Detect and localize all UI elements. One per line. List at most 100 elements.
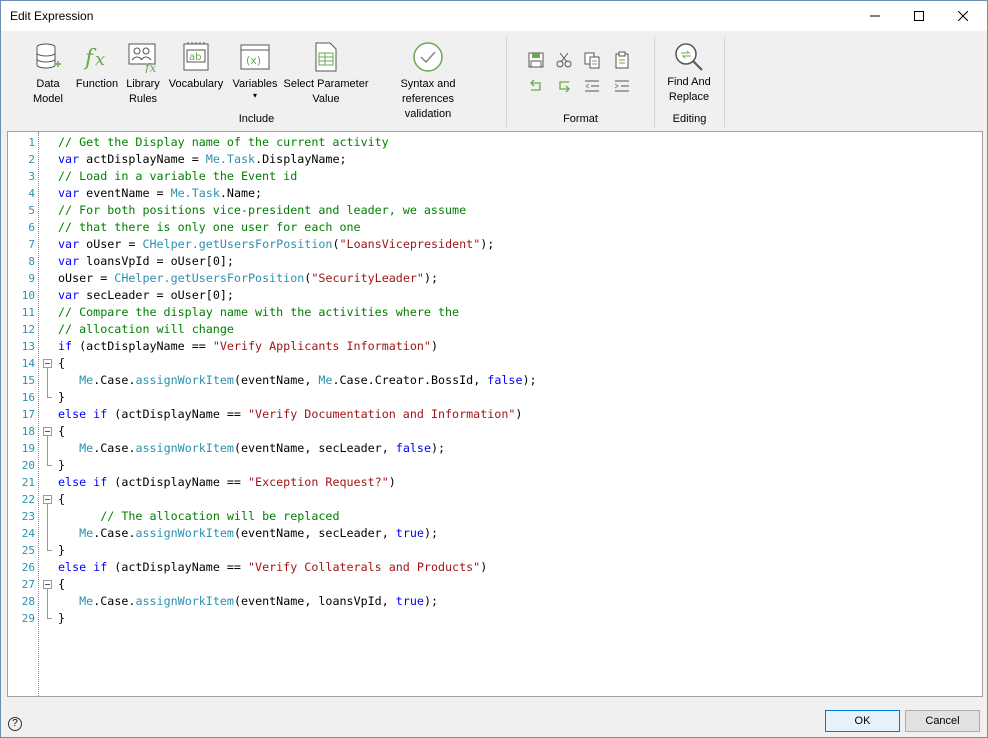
code-token: assignWorkItem — [135, 594, 234, 608]
line-number: 9 — [28, 272, 35, 285]
code-line: Me.Case.assignWorkItem(eventName, secLea… — [58, 440, 537, 457]
syntax-validation-button[interactable]: Syntax and references validation — [373, 41, 483, 122]
code-line: Me.Case.assignWorkItem(eventName, Me.Cas… — [58, 372, 536, 389]
code-line: // Get the Display name of the current a… — [58, 134, 537, 151]
code-token: CHelper.getUsersForPosition — [114, 271, 305, 285]
code-token: Me.Task — [205, 152, 256, 166]
cancel-button[interactable]: Cancel — [905, 710, 980, 732]
magnifier-replace-icon — [675, 43, 703, 71]
code-token: ) — [515, 407, 523, 421]
code-token: } — [58, 543, 66, 557]
line-number: 7 — [28, 238, 35, 251]
code-token: CHelper.getUsersForPosition — [142, 237, 333, 251]
check-circle-icon — [413, 42, 443, 72]
redo-icon[interactable] — [555, 77, 573, 95]
editing-group-label: Editing — [672, 113, 707, 125]
fold-end-marker — [47, 550, 52, 551]
fold-guide — [47, 589, 48, 619]
fold-end-marker — [47, 618, 52, 619]
data-model-button[interactable]: Data Model — [25, 41, 71, 107]
code-token: "LoansVicepresident" — [339, 237, 481, 251]
line-number: 26 — [21, 561, 35, 574]
code-line: var loansVpId = oUser[0]; — [58, 253, 537, 270]
code-editor[interactable]: 1 2 3 4 5 6 7 8 9 10 11 12 13 14 15 16 17 18 19 20 21 22 23 24 2… — [7, 131, 983, 697]
code-token: ); — [423, 526, 439, 540]
function-button[interactable]: f x Function — [75, 41, 119, 92]
code-line: else if (actDisplayName == "Exception Re… — [58, 474, 537, 491]
code-line: var oUser = CHelper.getUsersForPosition(… — [58, 236, 537, 253]
fold-toggle-icon[interactable] — [43, 427, 52, 436]
line-number: 6 — [28, 221, 35, 234]
line-number: 5 — [28, 204, 35, 217]
variable-x-icon: (x) — [240, 44, 270, 70]
svg-text:(x): (x) — [246, 54, 261, 67]
code-token: { — [58, 424, 66, 438]
code-line: var eventName = Me.Task.Name; — [58, 185, 537, 202]
close-button[interactable] — [941, 1, 985, 31]
code-line: var actDisplayName = Me.Task.DisplayName… — [58, 151, 537, 168]
line-number: 22 — [21, 493, 35, 506]
function-label: Function — [75, 78, 119, 90]
code-line: { — [58, 355, 537, 372]
code-token: ) — [388, 475, 396, 489]
help-icon[interactable]: ? — [8, 717, 22, 731]
code-token: } — [58, 611, 66, 625]
table-doc-icon — [315, 42, 337, 72]
code-line: // allocation will change — [58, 321, 537, 338]
copy-icon[interactable] — [583, 51, 601, 69]
paste-icon[interactable] — [613, 51, 631, 69]
find-replace-button[interactable]: Find And Replace — [659, 41, 719, 105]
code-token: var — [58, 186, 80, 200]
cut-icon[interactable] — [555, 51, 573, 69]
variables-button[interactable]: (x) Variables ▾ — [229, 41, 281, 100]
ok-button[interactable]: OK — [825, 710, 900, 732]
outdent-icon[interactable] — [583, 77, 601, 95]
vocabulary-button[interactable]: ab Vocabulary — [167, 41, 225, 92]
code-token: } — [58, 458, 66, 472]
minimize-button[interactable] — [853, 1, 897, 31]
undo-icon[interactable] — [527, 77, 545, 95]
code-token: .DisplayName; — [255, 152, 347, 166]
code-token: Me — [79, 373, 94, 387]
line-number: 8 — [28, 255, 35, 268]
save-icon[interactable] — [527, 51, 545, 69]
code-token: { — [58, 577, 66, 591]
code-token: false — [487, 373, 523, 387]
line-number: 27 — [21, 578, 35, 591]
code-line: { — [58, 423, 537, 440]
line-number: 11 — [21, 306, 35, 319]
fold-toggle-icon[interactable] — [43, 359, 52, 368]
code-line: // The allocation will be replaced — [58, 508, 537, 525]
code-token: var — [58, 288, 80, 302]
code-token: .Case. — [93, 441, 136, 455]
line-number: 10 — [21, 289, 35, 302]
fold-toggle-icon[interactable] — [43, 580, 52, 589]
code-token: } — [58, 390, 66, 404]
chevron-down-icon: ▾ — [252, 91, 257, 100]
code-line: oUser = CHelper.getUsersForPosition("Sec… — [58, 270, 537, 287]
maximize-button[interactable] — [897, 1, 941, 31]
indent-icon[interactable] — [613, 77, 631, 95]
code-token: ) — [480, 560, 488, 574]
data-model-label: Data Model — [33, 78, 63, 105]
fx-icon: f x — [83, 46, 105, 71]
code-token: Me — [79, 526, 94, 540]
select-parameter-value-button[interactable]: Select Parameter Value — [283, 41, 369, 107]
code-token: "Verify Applicants Information" — [212, 339, 431, 353]
code-line: } — [58, 457, 537, 474]
ab-notebook-icon: ab — [183, 42, 209, 71]
code-token: { — [58, 356, 66, 370]
line-number: 21 — [21, 476, 35, 489]
library-rules-button[interactable]: fx Library Rules — [121, 41, 165, 107]
line-number: 2 — [28, 153, 35, 166]
code-token: { — [58, 492, 66, 506]
code-token: var — [58, 254, 80, 268]
fold-toggle-icon[interactable] — [43, 495, 52, 504]
line-number-gutter: 1 2 3 4 5 6 7 8 9 10 11 12 13 14 15 16 17 18 19 20 21 22 23 24 2… — [8, 132, 38, 696]
code-line: // Load in a variable the Event id — [58, 168, 537, 185]
code-token: false — [395, 441, 431, 455]
line-number: 1 — [28, 136, 35, 149]
line-number: 13 — [21, 340, 35, 353]
line-number: 23 — [21, 510, 35, 523]
